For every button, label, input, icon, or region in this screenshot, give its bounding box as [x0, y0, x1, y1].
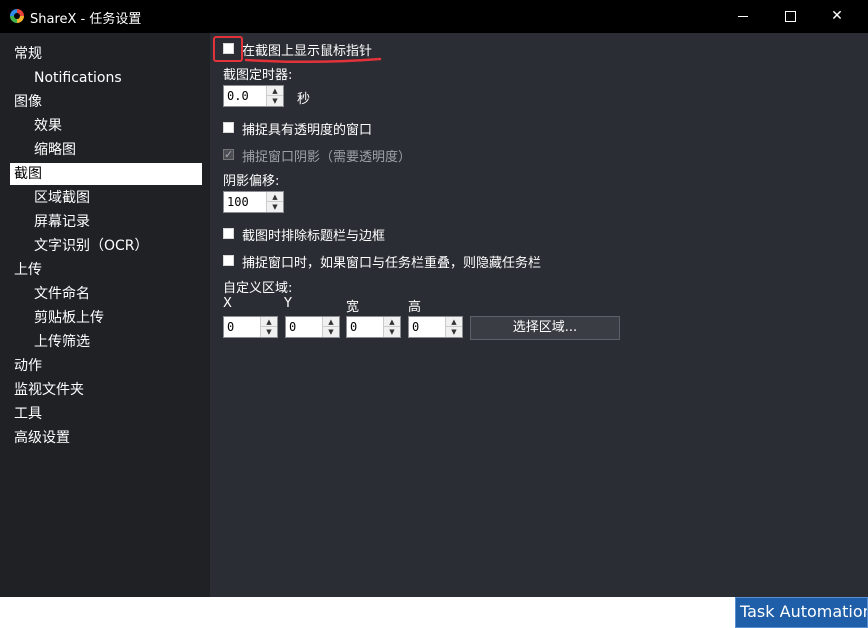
sidebar-item-watch-folders[interactable]: 监视文件夹	[10, 379, 202, 401]
timer-unit: 秒	[297, 92, 311, 107]
sidebar-item-tools[interactable]: 工具	[10, 403, 202, 425]
sidebar-item-label: 文字识别（OCR）	[34, 238, 149, 254]
minimize-icon	[738, 15, 748, 17]
sidebar-item-upload-filters[interactable]: 上传筛选	[30, 331, 202, 353]
sidebar-item-ocr[interactable]: 文字识别（OCR）	[30, 235, 202, 257]
timer-label: 截图定时器:	[223, 68, 293, 83]
timer-value: 0.0	[227, 89, 249, 103]
region-x-value: 0	[227, 320, 235, 334]
transparent-window-label: 捕捉具有透明度的窗口	[242, 123, 373, 138]
region-height-label: 高	[408, 300, 422, 315]
region-width-label: 宽	[346, 300, 360, 315]
close-icon: ✕	[831, 8, 843, 24]
hide-taskbar-label: 捕捉窗口时，如果窗口与任务栏重叠，则隐藏任务栏	[242, 256, 542, 271]
sidebar-item-label: 缩略图	[34, 142, 76, 158]
sidebar-item-notifications[interactable]: Notifications	[30, 67, 202, 89]
sidebar-item-general[interactable]: 常规	[10, 43, 202, 65]
annotation-underline	[244, 57, 382, 64]
spin-up-icon[interactable]: ▲	[323, 317, 339, 327]
region-width-input[interactable]: 0 ▲ ▼	[346, 316, 401, 338]
spin-down-icon[interactable]: ▼	[384, 327, 400, 337]
maximize-button[interactable]	[767, 0, 813, 33]
spin-down-icon[interactable]: ▼	[267, 96, 283, 106]
sidebar-item-label: 文件命名	[34, 286, 90, 302]
sidebar-item-clipboard-upload[interactable]: 剪贴板上传	[30, 307, 202, 329]
exclude-titlebar-label: 截图时排除标题栏与边框	[242, 229, 386, 244]
transparent-window-checkbox[interactable]	[223, 122, 234, 133]
task-settings-window: ShareX - 任务设置 ✕ 常规 Notifications 图像 效果 缩…	[0, 0, 868, 597]
settings-sidebar: 常规 Notifications 图像 效果 缩略图 截图 区域截图 屏幕记录 …	[0, 33, 210, 597]
sidebar-item-effects[interactable]: 效果	[30, 115, 202, 137]
sidebar-item-advanced[interactable]: 高级设置	[10, 427, 202, 449]
hide-taskbar-checkbox[interactable]	[223, 255, 234, 266]
sidebar-item-label: 截图	[14, 166, 42, 182]
sidebar-item-label: 剪贴板上传	[34, 310, 104, 326]
window-title: ShareX - 任务设置	[30, 12, 142, 27]
sharex-logo-icon	[10, 9, 24, 23]
sidebar-item-label: 常规	[14, 46, 42, 62]
shadow-offset-input[interactable]: 100 ▲ ▼	[223, 191, 284, 213]
shadow-offset-value: 100	[227, 195, 249, 209]
region-y-input[interactable]: 0 ▲ ▼	[285, 316, 340, 338]
spin-down-icon[interactable]: ▼	[261, 327, 277, 337]
minimize-button[interactable]	[720, 0, 766, 33]
shadow-offset-label: 阴影偏移:	[223, 174, 280, 189]
spin-down-icon[interactable]: ▼	[446, 327, 462, 337]
sidebar-item-label: 上传	[14, 262, 42, 278]
region-y-label: Y	[284, 296, 292, 311]
watermark-badge: Task Automation @迪菇奇科普	[735, 597, 868, 628]
region-height-value: 0	[412, 320, 420, 334]
sidebar-item-file-naming[interactable]: 文件命名	[30, 283, 202, 305]
spin-up-icon[interactable]: ▲	[446, 317, 462, 327]
region-x-label: X	[223, 296, 232, 311]
sidebar-item-label: 动作	[14, 358, 42, 374]
timer-input[interactable]: 0.0 ▲ ▼	[223, 85, 284, 107]
spin-up-icon[interactable]: ▲	[267, 192, 283, 202]
sidebar-item-label: Notifications	[34, 70, 122, 86]
sidebar-item-label: 效果	[34, 118, 62, 134]
title-bar: ShareX - 任务设置 ✕	[0, 0, 868, 33]
sidebar-item-screen-recording[interactable]: 屏幕记录	[30, 211, 202, 233]
custom-region-label: 自定义区域:	[223, 281, 293, 296]
sidebar-item-label: 工具	[14, 406, 42, 422]
window-shadow-label: 捕捉窗口阴影（需要透明度）	[242, 150, 412, 165]
maximize-icon	[784, 10, 796, 22]
spin-up-icon[interactable]: ▲	[267, 86, 283, 96]
region-width-value: 0	[350, 320, 358, 334]
exclude-titlebar-checkbox[interactable]	[223, 228, 234, 239]
annotation-highlight-box	[213, 36, 243, 62]
sidebar-item-image[interactable]: 图像	[10, 91, 202, 113]
sidebar-item-label: 图像	[14, 94, 42, 110]
region-y-value: 0	[289, 320, 297, 334]
close-button[interactable]: ✕	[814, 0, 860, 33]
sidebar-item-capture[interactable]: 截图	[10, 163, 202, 185]
select-region-button[interactable]: 选择区域...	[470, 316, 620, 340]
sidebar-item-label: 屏幕记录	[34, 214, 90, 230]
sidebar-item-label: 监视文件夹	[14, 382, 84, 398]
region-x-input[interactable]: 0 ▲ ▼	[223, 316, 278, 338]
spin-up-icon[interactable]: ▲	[261, 317, 277, 327]
capture-settings-panel: 在截图上显示鼠标指针 截图定时器: 0.0 ▲ ▼ 秒 捕捉具有透明度的窗口 ✓ …	[211, 33, 868, 597]
sidebar-item-thumbnail[interactable]: 缩略图	[30, 139, 202, 161]
sidebar-item-upload[interactable]: 上传	[10, 259, 202, 281]
spin-up-icon[interactable]: ▲	[384, 317, 400, 327]
region-height-input[interactable]: 0 ▲ ▼	[408, 316, 463, 338]
sidebar-item-label: 上传筛选	[34, 334, 90, 350]
window-shadow-checkbox: ✓	[223, 148, 234, 161]
sidebar-item-label: 高级设置	[14, 430, 70, 446]
sidebar-item-label: 区域截图	[34, 190, 90, 206]
sidebar-item-actions[interactable]: 动作	[10, 355, 202, 377]
spin-down-icon[interactable]: ▼	[267, 202, 283, 212]
sidebar-item-region-capture[interactable]: 区域截图	[30, 187, 202, 209]
spin-down-icon[interactable]: ▼	[323, 327, 339, 337]
